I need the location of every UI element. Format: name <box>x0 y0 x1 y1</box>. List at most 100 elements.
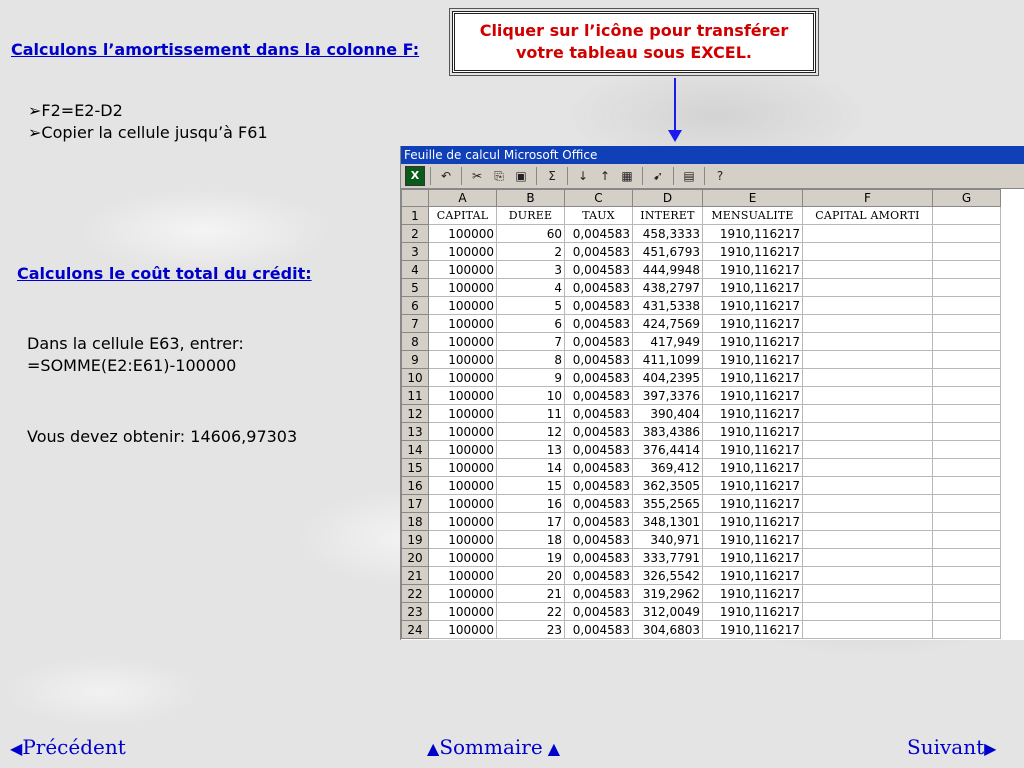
cell[interactable]: 0,004583 <box>564 566 633 585</box>
cell[interactable]: 100000 <box>428 476 497 495</box>
paste-icon[interactable]: ▣ <box>511 166 531 186</box>
row-header[interactable]: 20 <box>401 548 429 567</box>
row-header[interactable]: 16 <box>401 476 429 495</box>
cell[interactable]: 100000 <box>428 620 497 639</box>
cell[interactable]: 100000 <box>428 440 497 459</box>
cell[interactable]: 100000 <box>428 224 497 243</box>
row-header[interactable]: 22 <box>401 584 429 603</box>
cell[interactable]: 0,004583 <box>564 422 633 441</box>
row-header[interactable]: 18 <box>401 512 429 531</box>
cell[interactable]: 20 <box>496 566 565 585</box>
cell[interactable] <box>802 584 933 603</box>
column-header-b[interactable]: B <box>496 189 565 207</box>
cell[interactable]: 333,7791 <box>632 548 703 567</box>
cell[interactable]: 390,404 <box>632 404 703 423</box>
cell[interactable] <box>802 368 933 387</box>
cell[interactable]: INTERET <box>632 206 703 225</box>
cell[interactable]: 1910,116217 <box>702 260 803 279</box>
cell[interactable]: 0,004583 <box>564 260 633 279</box>
cell[interactable]: 17 <box>496 512 565 531</box>
cell[interactable]: 1910,116217 <box>702 440 803 459</box>
cell[interactable] <box>932 512 1001 531</box>
cell[interactable] <box>932 458 1001 477</box>
cell[interactable]: 0,004583 <box>564 476 633 495</box>
cell[interactable]: 1910,116217 <box>702 224 803 243</box>
cell[interactable]: 100000 <box>428 494 497 513</box>
cell[interactable] <box>802 332 933 351</box>
cell[interactable]: 6 <box>496 314 565 333</box>
cell[interactable] <box>802 404 933 423</box>
cell[interactable]: 362,3505 <box>632 476 703 495</box>
cell[interactable]: 0,004583 <box>564 350 633 369</box>
select-all-corner[interactable] <box>401 189 429 207</box>
cell[interactable]: 21 <box>496 584 565 603</box>
cell[interactable]: 0,004583 <box>564 620 633 639</box>
cell[interactable]: 355,2565 <box>632 494 703 513</box>
cell[interactable] <box>802 260 933 279</box>
cell[interactable]: 319,2962 <box>632 584 703 603</box>
next-link[interactable]: Suivant▶ <box>907 735 996 759</box>
cell[interactable] <box>802 422 933 441</box>
row-header[interactable]: 3 <box>401 242 429 261</box>
cell[interactable]: 340,971 <box>632 530 703 549</box>
row-header[interactable]: 15 <box>401 458 429 477</box>
row-header[interactable]: 9 <box>401 350 429 369</box>
cell[interactable] <box>802 278 933 297</box>
cell[interactable]: 438,2797 <box>632 278 703 297</box>
cell[interactable] <box>932 206 1001 225</box>
cell[interactable]: 1910,116217 <box>702 404 803 423</box>
cell[interactable]: 100000 <box>428 368 497 387</box>
cell[interactable]: 12 <box>496 422 565 441</box>
cell[interactable]: 5 <box>496 296 565 315</box>
cell[interactable] <box>932 386 1001 405</box>
cell[interactable]: 312,0049 <box>632 602 703 621</box>
cell[interactable]: CAPITAL <box>428 206 497 225</box>
row-header[interactable]: 24 <box>401 620 429 639</box>
cell[interactable]: 417,949 <box>632 332 703 351</box>
cell[interactable]: 1910,116217 <box>702 602 803 621</box>
cell[interactable] <box>932 422 1001 441</box>
undo-icon[interactable]: ↶ <box>436 166 456 186</box>
cell[interactable]: 348,1301 <box>632 512 703 531</box>
cell[interactable]: 1910,116217 <box>702 350 803 369</box>
column-header-g[interactable]: G <box>932 189 1001 207</box>
cell[interactable]: 22 <box>496 602 565 621</box>
cell[interactable] <box>802 494 933 513</box>
cell[interactable]: 9 <box>496 368 565 387</box>
cell[interactable]: 8 <box>496 350 565 369</box>
cell[interactable]: 1910,116217 <box>702 332 803 351</box>
autofilter-icon[interactable]: ▦ <box>617 166 637 186</box>
column-header-d[interactable]: D <box>632 189 703 207</box>
cut-icon[interactable]: ✂ <box>467 166 487 186</box>
cell[interactable]: 304,6803 <box>632 620 703 639</box>
row-header[interactable]: 19 <box>401 530 429 549</box>
cell[interactable]: 3 <box>496 260 565 279</box>
cell[interactable]: 0,004583 <box>564 242 633 261</box>
sort-ascending-icon[interactable]: ↓ <box>573 166 593 186</box>
cell[interactable]: 1910,116217 <box>702 296 803 315</box>
cell[interactable]: 424,7569 <box>632 314 703 333</box>
cell[interactable]: 0,004583 <box>564 512 633 531</box>
cell[interactable] <box>932 314 1001 333</box>
column-header-f[interactable]: F <box>802 189 933 207</box>
cell[interactable]: 458,3333 <box>632 224 703 243</box>
cell[interactable] <box>802 440 933 459</box>
cell[interactable]: 1910,116217 <box>702 278 803 297</box>
cell[interactable]: 19 <box>496 548 565 567</box>
cell[interactable]: 16 <box>496 494 565 513</box>
previous-link[interactable]: ◀Précédent <box>10 735 126 759</box>
cell[interactable] <box>932 548 1001 567</box>
cell[interactable]: 100000 <box>428 602 497 621</box>
cell[interactable]: TAUX <box>564 206 633 225</box>
cell[interactable] <box>932 368 1001 387</box>
row-header[interactable]: 12 <box>401 404 429 423</box>
cell[interactable]: MENSUALITE <box>702 206 803 225</box>
cell[interactable]: 1910,116217 <box>702 512 803 531</box>
cell[interactable]: 4 <box>496 278 565 297</box>
cell[interactable]: 100000 <box>428 332 497 351</box>
cell[interactable]: 1910,116217 <box>702 458 803 477</box>
excel-export-icon[interactable]: X <box>405 166 425 186</box>
cell[interactable]: 431,5338 <box>632 296 703 315</box>
cell[interactable]: 100000 <box>428 530 497 549</box>
cell[interactable]: 0,004583 <box>564 224 633 243</box>
